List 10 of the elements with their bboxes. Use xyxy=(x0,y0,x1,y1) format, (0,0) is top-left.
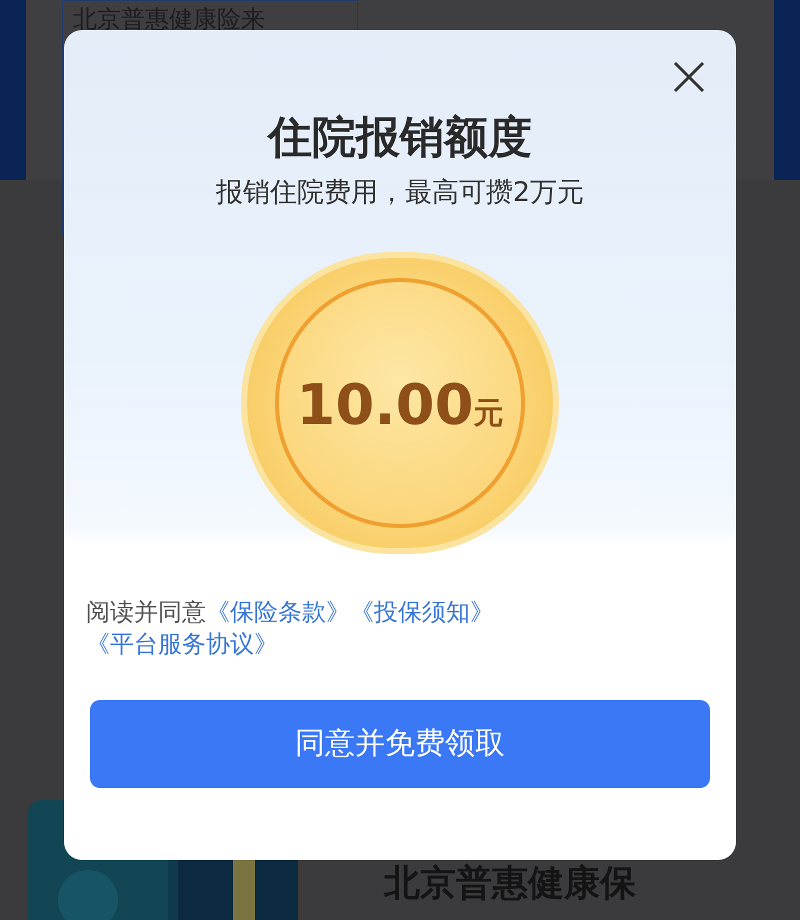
agreement-link[interactable]: 《投保须知》 xyxy=(350,598,494,626)
coin-unit: 元 xyxy=(474,395,504,433)
agreement-text: 阅读并同意《保险条款》《投保须知》 《平台服务协议》 xyxy=(85,597,495,660)
close-icon xyxy=(673,61,705,93)
dialog-title: 住院报销额度 xyxy=(268,111,532,165)
coin-amount: 10.00 xyxy=(296,376,474,436)
agreement-link[interactable]: 《保险条款》 xyxy=(206,598,350,626)
agreement-link[interactable]: 《平台服务协议》 xyxy=(86,630,278,658)
dialog-subtitle: 报销住院费用，最高可攒2万元 xyxy=(216,176,584,210)
confirm-button[interactable]: 同意并免费领取 xyxy=(90,700,710,788)
